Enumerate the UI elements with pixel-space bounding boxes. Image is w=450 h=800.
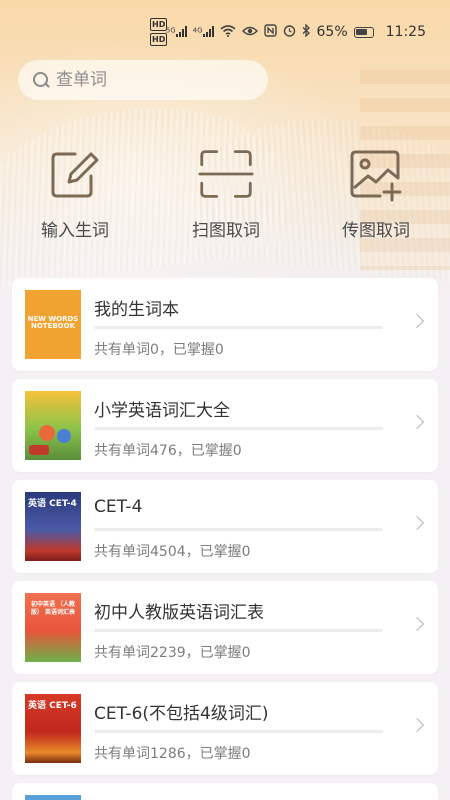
nfc-icon: [263, 24, 277, 40]
hd-indicator: HD HD: [150, 18, 168, 46]
progress-bar: [94, 528, 383, 531]
scan-icon: [198, 146, 254, 202]
input-new-word-label: 输入生词: [41, 221, 109, 241]
cover-title: NEW WORDS NOTEBOOK: [27, 315, 79, 330]
signal-5g-icon: 5G: [166, 25, 187, 40]
scan-word-button[interactable]: 扫图取词: [166, 146, 286, 241]
wordbook-card[interactable]: 英语 CET-6 CET-6(不包括4级词汇) 共有单词1286，已掌握0: [12, 682, 438, 775]
wordbook-count: 共有单词0，已掌握0: [94, 342, 224, 358]
status-bar: HD HD 5G 4G 65% 11:25: [0, 0, 450, 66]
quick-actions: 输入生词 扫图取词 传图取词: [0, 146, 450, 246]
wifi-icon: [219, 24, 236, 40]
clock: 11:25: [385, 24, 426, 40]
cover-title: 英语 CET-6: [28, 701, 77, 711]
progress-bar: [94, 629, 383, 632]
chevron-right-icon: [409, 414, 425, 430]
wordbook-cover: NEW WORDS NOTEBOOK: [25, 290, 81, 359]
wordbook-count: 共有单词1286，已掌握0: [94, 746, 251, 762]
progress-bar: [94, 326, 383, 329]
wordbook-title: CET-4: [94, 497, 143, 517]
wordbook-count: 共有单词2239，已掌握0: [94, 645, 251, 661]
wordbook-card[interactable]: 英语 CET-4 CET-4 共有单词4504，已掌握0: [12, 480, 438, 573]
battery-icon: [353, 26, 374, 38]
bluetooth-icon: [302, 23, 311, 40]
wordbook-card[interactable]: 初中英语 （人教版） 英语词汇表 初中人教版英语词汇表 共有单词2239，已掌握…: [12, 581, 438, 674]
cover-illustration: [39, 425, 55, 441]
wordbook-list: NEW WORDS NOTEBOOK 我的生词本 共有单词0，已掌握0 小学英语…: [12, 278, 438, 800]
status-icons: 5G 4G 65% 11:25: [166, 23, 426, 40]
wordbook-title: 初中人教版英语词汇表: [94, 603, 264, 623]
upload-image-icon: [348, 146, 404, 202]
wordbook-title: CET-6(不包括4级词汇): [94, 704, 269, 724]
chevron-right-icon: [409, 515, 425, 531]
input-new-word-button[interactable]: 输入生词: [15, 146, 135, 241]
search-bar[interactable]: [18, 60, 268, 100]
progress-bar: [94, 427, 383, 430]
cover-illustration: [29, 445, 49, 455]
wordbook-cover: 英语 CET-4: [25, 492, 81, 561]
progress-bar: [94, 730, 383, 733]
upload-image-word-button[interactable]: 传图取词: [316, 146, 436, 241]
alarm-icon: [283, 24, 296, 40]
edit-icon: [47, 146, 103, 202]
wordbook-title: 我的生词本: [94, 300, 179, 320]
chevron-right-icon: [409, 616, 425, 632]
battery-percent: 65%: [316, 24, 348, 40]
scan-word-label: 扫图取词: [192, 221, 260, 241]
eye-icon: [241, 25, 258, 40]
cover-title: 英语 CET-4: [28, 499, 77, 509]
cover-title: 初中英语 （人教版） 英语词汇表: [30, 601, 76, 617]
wordbook-card[interactable]: 小学英语词汇大全 共有单词476，已掌握0: [12, 379, 438, 472]
wordbook-card[interactable]: [12, 783, 438, 800]
wordbook-cover: [25, 795, 81, 800]
wordbook-cover: 英语 CET-6: [25, 694, 81, 763]
upload-image-word-label: 传图取词: [342, 221, 410, 241]
wordbook-cover: [25, 391, 81, 460]
wordbook-cover: 初中英语 （人教版） 英语词汇表: [25, 593, 81, 662]
signal-4g-icon: 4G: [193, 25, 214, 40]
wordbook-title: 小学英语词汇大全: [94, 401, 230, 421]
wordbook-count: 共有单词4504，已掌握0: [94, 544, 251, 560]
wordbook-count: 共有单词476，已掌握0: [94, 443, 242, 459]
cover-illustration: [57, 429, 71, 443]
search-icon: [32, 71, 50, 89]
search-input[interactable]: [56, 70, 246, 90]
chevron-right-icon: [409, 717, 425, 733]
chevron-right-icon: [409, 313, 425, 329]
wordbook-card[interactable]: NEW WORDS NOTEBOOK 我的生词本 共有单词0，已掌握0: [12, 278, 438, 371]
